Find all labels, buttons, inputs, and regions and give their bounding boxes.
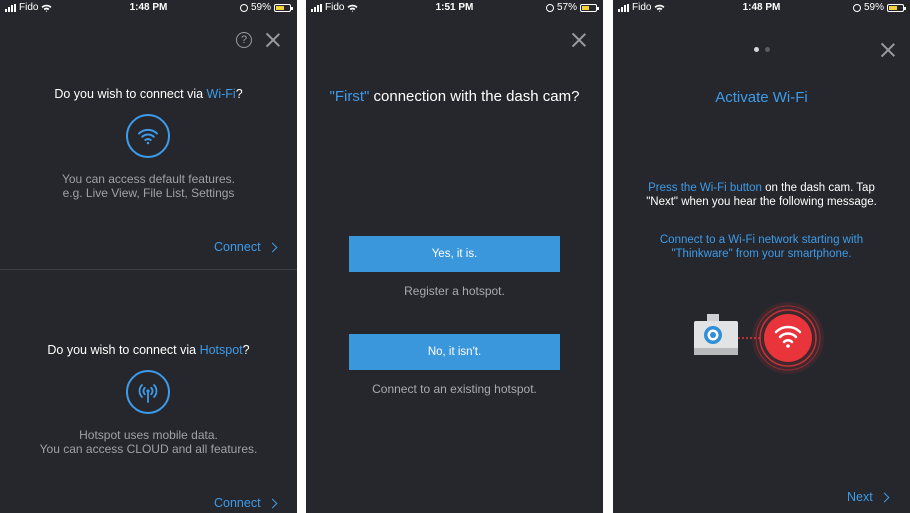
hotspot-question-suffix: ?: [242, 343, 250, 357]
rotation-lock-icon: [239, 3, 248, 12]
hotspot-question: Do you wish to connect via Hotspot?: [0, 343, 297, 357]
voice-message-line1: Connect to a Wi-Fi network starting with: [659, 234, 864, 246]
dashcam-wifi-illustration: [694, 302, 824, 374]
instruction-highlight: Press the Wi-Fi button: [648, 182, 762, 194]
yes-subtext: Register a hotspot.: [404, 284, 505, 298]
page-indicator: [613, 47, 910, 52]
next-label: Next: [847, 490, 873, 504]
first-connection-screen: Fido 1:51 PM 57% "First" connection with…: [306, 0, 603, 513]
title-rest: connection with the dash cam?: [369, 88, 580, 105]
no-button[interactable]: No, it isn't.: [349, 334, 560, 370]
instruction-paragraph: Press the Wi-Fi button on the dash cam. …: [621, 181, 902, 209]
voice-message-line2: "Thinkware" from your smartphone.: [671, 248, 852, 260]
yes-button[interactable]: Yes, it is.: [349, 236, 560, 272]
dashcam-icon: [694, 314, 738, 355]
hotspot-question-highlight: Hotspot: [199, 343, 243, 357]
close-icon[interactable]: [572, 33, 586, 47]
hotspot-connect-label: Connect: [214, 496, 261, 510]
close-icon[interactable]: [266, 33, 280, 47]
wifi-signal-icon: [752, 302, 824, 374]
chevron-right-icon: [879, 492, 890, 502]
hotspot-antenna-icon: [126, 370, 170, 414]
wifi-connect-button[interactable]: Connect: [214, 240, 278, 254]
activate-wifi-screen: Fido 1:48 PM 59% Activate Wi-Fi Press th…: [613, 0, 910, 513]
no-subtext: Connect to an existing hotspot.: [372, 382, 537, 396]
status-bar: Fido 1:48 PM 59%: [613, 0, 910, 16]
hotspot-question-prefix: Do you wish to connect via: [47, 343, 200, 357]
activate-wifi-title: Activate Wi-Fi: [715, 89, 808, 106]
battery-percent: 59%: [250, 2, 271, 13]
chevron-right-icon: [267, 498, 278, 508]
wifi-question: Do you wish to connect via Wi-Fi?: [0, 87, 297, 101]
battery-percent: 57%: [556, 2, 577, 13]
connection-type-screen: Fido 1:48 PM 59% ? Do you wish to connec…: [0, 0, 297, 513]
hotspot-desc-line1: Hotspot uses mobile data.: [79, 428, 218, 442]
battery-icon: [580, 3, 599, 12]
rotation-lock-icon: [852, 3, 861, 12]
hotspot-connect-button[interactable]: Connect: [214, 496, 278, 510]
first-connection-title: "First" connection with the dash cam?: [306, 88, 603, 105]
wifi-desc-line1: You can access default features.: [61, 172, 235, 186]
next-button[interactable]: Next: [847, 490, 890, 504]
chevron-right-icon: [267, 242, 278, 252]
wifi-description: You can access default features. e.g. Li…: [0, 172, 297, 200]
section-divider: [0, 269, 297, 270]
wifi-icon: [126, 114, 170, 158]
instruction-line1: Press the Wi-Fi button on the dash cam. …: [621, 181, 902, 195]
battery-icon: [274, 3, 293, 12]
wifi-question-prefix: Do you wish to connect via: [54, 87, 207, 101]
page-dot-active: [753, 47, 759, 52]
close-icon[interactable]: [881, 43, 895, 57]
instruction-line2: "Next" when you hear the following messa…: [646, 196, 877, 208]
battery-icon: [887, 3, 906, 12]
battery-percent: 59%: [863, 2, 884, 13]
wifi-question-suffix: ?: [235, 87, 243, 101]
page-dot: [764, 47, 770, 52]
rotation-lock-icon: [545, 3, 554, 12]
help-icon[interactable]: ?: [236, 32, 252, 48]
wifi-question-highlight: Wi-Fi: [206, 87, 236, 101]
status-bar: Fido 1:51 PM 57%: [306, 0, 603, 16]
wifi-connect-label: Connect: [214, 240, 261, 254]
hotspot-desc-line2: You can access CLOUD and all features.: [39, 442, 258, 456]
hotspot-description: Hotspot uses mobile data. You can access…: [0, 428, 297, 456]
title-highlight: "First": [329, 88, 370, 105]
voice-message-paragraph: Connect to a Wi-Fi network starting with…: [621, 233, 902, 261]
wifi-desc-line2: e.g. Live View, File List, Settings: [62, 186, 235, 200]
instruction-rest: on the dash cam. Tap: [761, 182, 875, 194]
status-bar: Fido 1:48 PM 59%: [0, 0, 297, 16]
